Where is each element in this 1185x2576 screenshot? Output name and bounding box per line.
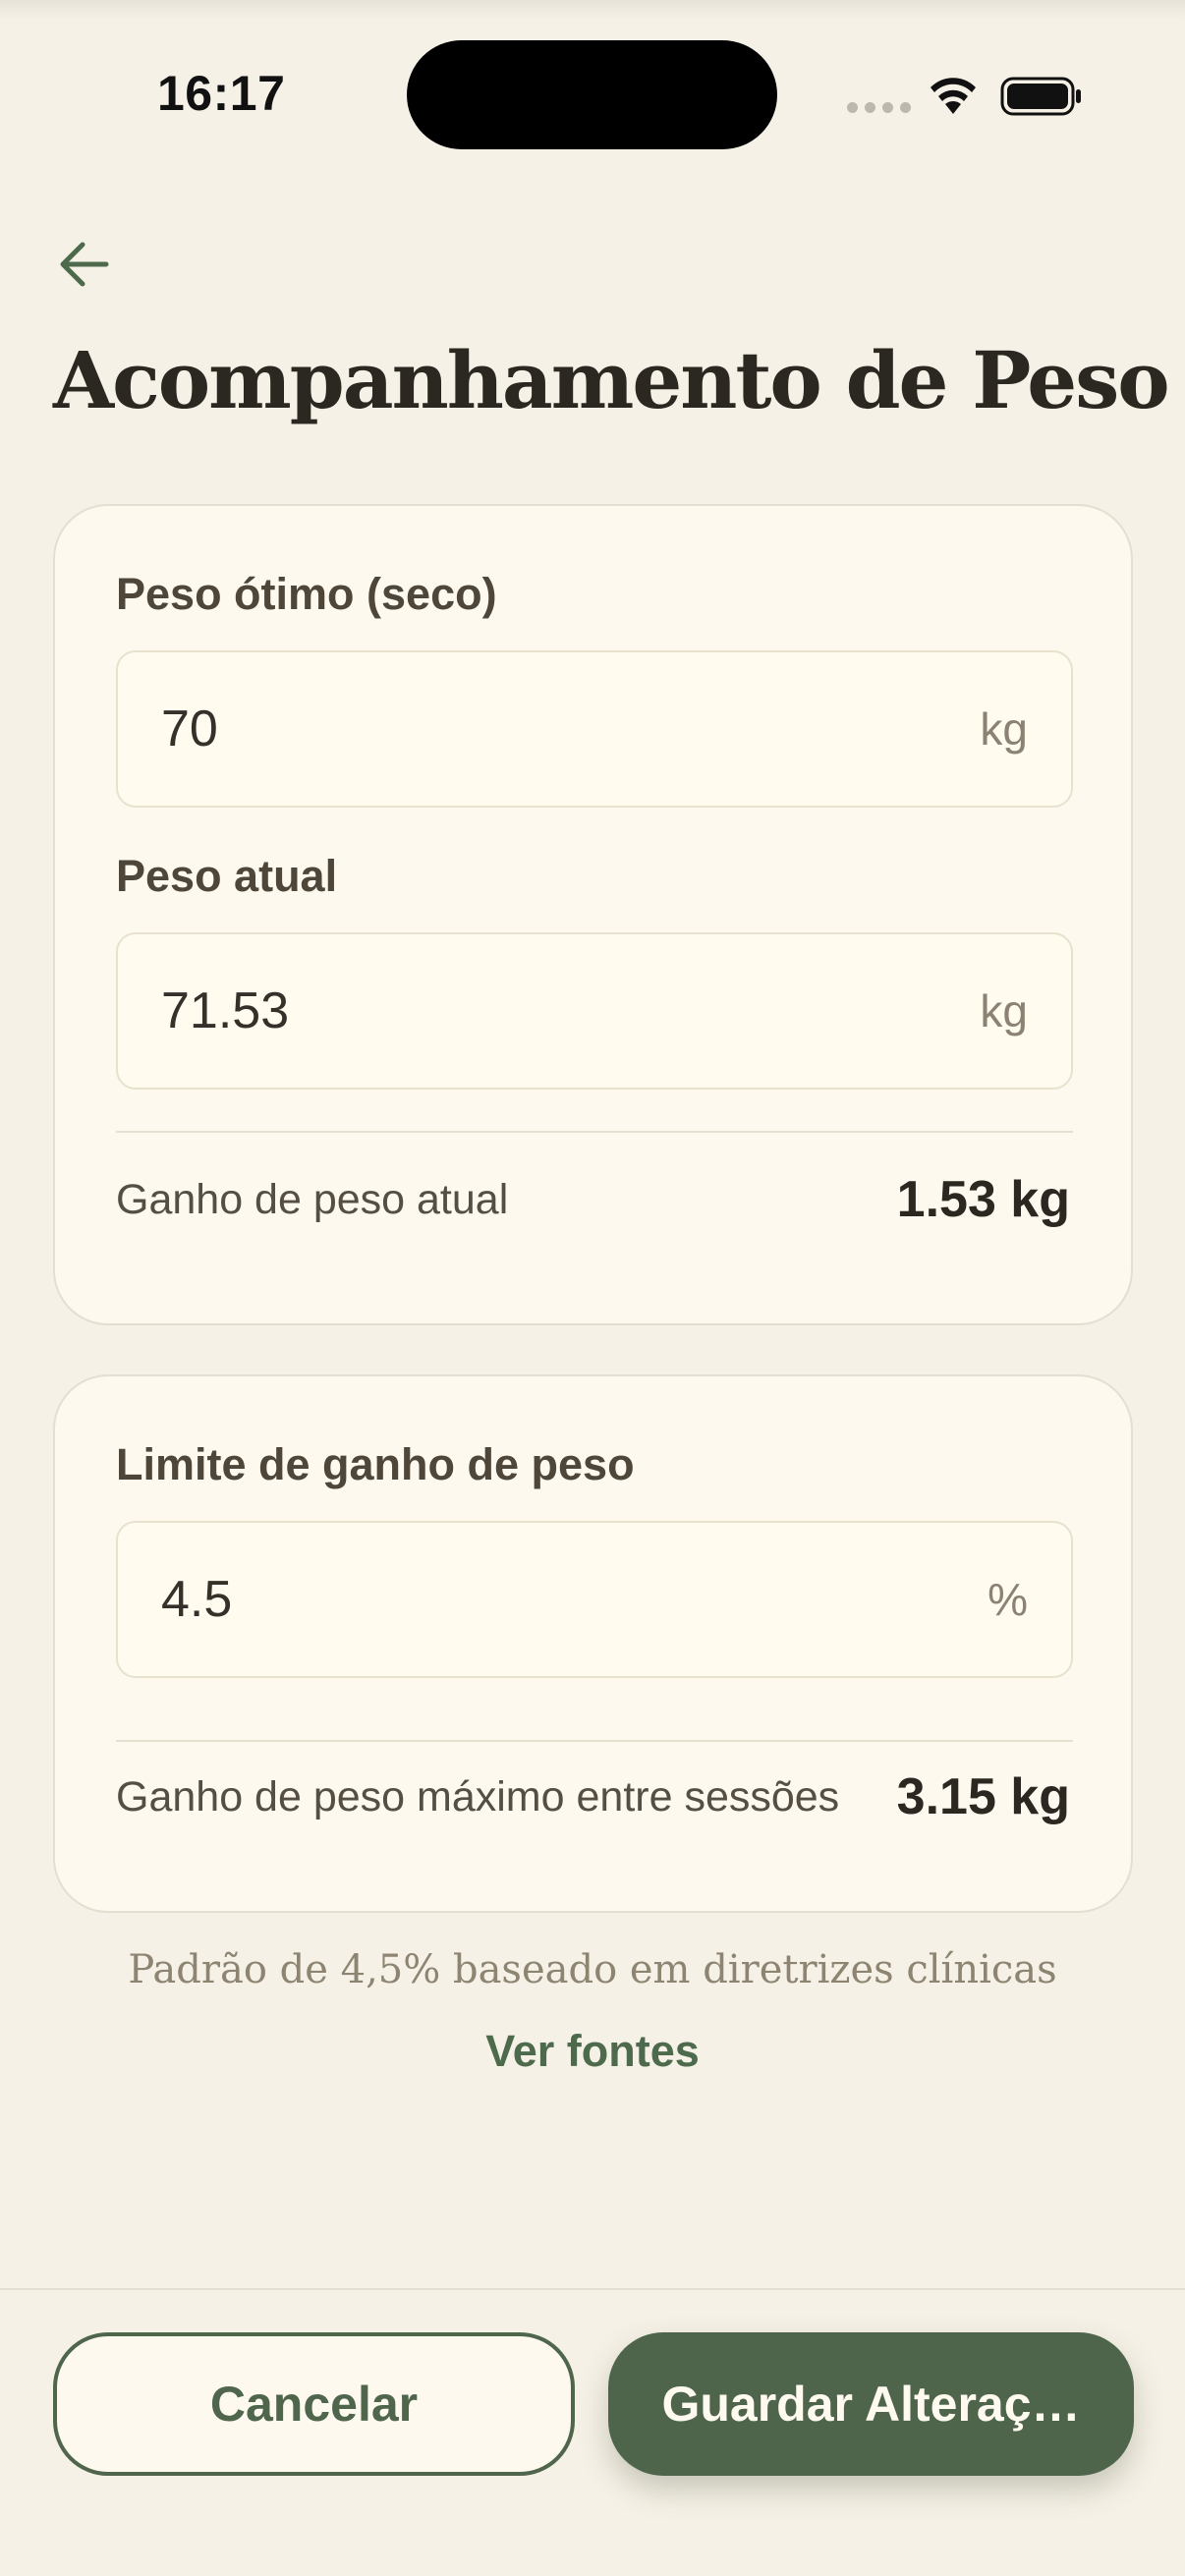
save-changes-label: Guardar Alteraç… — [661, 2377, 1081, 2432]
wifi-icon — [931, 78, 976, 114]
optimal-weight-input[interactable] — [161, 700, 928, 758]
dynamic-island — [407, 40, 777, 149]
max-gain-value: 3.15 kg — [896, 1768, 1070, 1825]
optimal-weight-field[interactable]: kg — [116, 650, 1073, 808]
status-bar: 16:17 — [0, 0, 1185, 187]
optimal-weight-unit: kg — [980, 703, 1028, 755]
current-weight-field[interactable]: kg — [116, 932, 1073, 1090]
gain-limit-input[interactable] — [161, 1570, 928, 1629]
gain-limit-label: Limite de ganho de peso — [116, 1439, 635, 1489]
current-gain-value: 1.53 kg — [896, 1171, 1070, 1228]
gain-limit-field[interactable]: % — [116, 1521, 1073, 1678]
status-time: 16:17 — [157, 66, 286, 121]
signal-dots-icon — [847, 102, 911, 113]
limit-card: Limite de ganho de peso % Ganho de peso … — [53, 1374, 1133, 1913]
page-title: Acompanhamento de Peso — [53, 334, 1170, 426]
clinical-guideline-hint: Padrão de 4,5% baseado em diretrizes clí… — [128, 1947, 1057, 1992]
current-gain-label: Ganho de peso atual — [116, 1176, 509, 1223]
max-gain-label: Ganho de peso máximo entre sessões — [116, 1773, 840, 1820]
divider — [116, 1131, 1073, 1133]
cancel-button[interactable]: Cancelar — [53, 2332, 575, 2476]
arrow-left-icon — [60, 242, 109, 287]
bottom-divider — [0, 2288, 1185, 2290]
current-weight-label: Peso atual — [116, 851, 338, 901]
divider — [116, 1740, 1073, 1742]
save-changes-button[interactable]: Guardar Alteraç… — [608, 2332, 1134, 2476]
current-weight-unit: kg — [980, 985, 1028, 1036]
weight-card: Peso ótimo (seco) kg Peso atual kg Ganho… — [53, 504, 1133, 1325]
battery-icon — [1000, 77, 1081, 116]
back-button[interactable] — [57, 232, 132, 297]
optimal-weight-label: Peso ótimo (seco) — [116, 569, 497, 619]
view-sources-link[interactable]: Ver fontes — [0, 2026, 1185, 2077]
gain-limit-unit: % — [988, 1574, 1028, 1625]
current-weight-input[interactable] — [161, 981, 928, 1040]
